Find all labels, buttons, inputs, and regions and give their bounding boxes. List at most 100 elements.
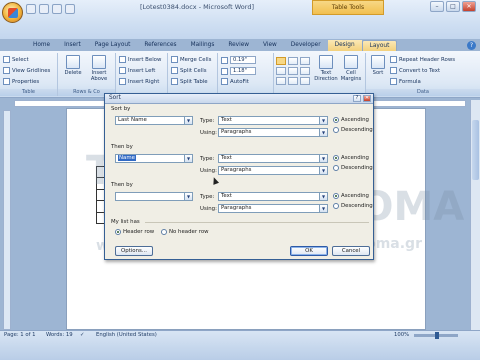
align-bottom-left-button[interactable] [276, 77, 286, 85]
align-bottom-center-button[interactable] [288, 77, 298, 85]
align-top-left-button[interactable] [276, 57, 286, 65]
options-button[interactable]: Options... [115, 246, 153, 256]
spelling-icon[interactable]: ✓ [80, 332, 84, 338]
page-count[interactable]: Page: 1 of 1 [4, 332, 36, 338]
zoom-level[interactable]: 100% [394, 332, 409, 338]
minimize-button[interactable]: – [430, 1, 444, 12]
merge-cells-button[interactable]: Merge Cells [171, 56, 211, 63]
tab-page-layout[interactable]: Page Layout [88, 40, 138, 51]
tab-review[interactable]: Review [221, 40, 256, 51]
merge-group: Merge Cells Split Cells Split Table [168, 53, 218, 96]
tab-mailings[interactable]: Mailings [184, 40, 222, 51]
ok-button[interactable]: OK [290, 246, 328, 256]
cell-margins-button[interactable]: Cell Margins [339, 55, 363, 82]
help-button[interactable]: ? [353, 95, 361, 102]
sort-by-field-select[interactable]: Last Name ▼ [115, 116, 193, 125]
align-top-center-button[interactable] [288, 57, 298, 65]
then-by-1-type-select[interactable]: Text ▼ [218, 154, 328, 163]
sort-by-type-label: Type: [200, 118, 215, 124]
tab-insert[interactable]: Insert [57, 40, 88, 51]
then-by-2-type-select[interactable]: Text ▼ [218, 192, 328, 201]
then-by-2-field-select[interactable]: ▼ [115, 192, 193, 201]
insert-left-icon [119, 67, 126, 74]
select-button[interactable]: Select [3, 56, 29, 63]
split-cells-button[interactable]: Split Cells [171, 67, 207, 74]
column-width-spinner[interactable]: 1.18" [221, 67, 256, 75]
sort-button[interactable]: Sort [368, 55, 388, 76]
office-button[interactable] [2, 2, 23, 23]
tab-view[interactable]: View [256, 40, 284, 51]
text-direction-button[interactable]: Text Direction [314, 55, 338, 82]
no-header-row-radio[interactable]: No header row [161, 229, 209, 235]
zoom-slider[interactable] [414, 332, 458, 339]
sort-by-descending-radio[interactable]: Descending [333, 127, 373, 133]
properties-icon [3, 78, 10, 85]
language-indicator[interactable]: English (United States) [96, 332, 157, 338]
then-by-1-ascending-radio[interactable]: Ascending [333, 155, 369, 161]
tab-home[interactable]: Home [26, 40, 57, 51]
header-row-radio[interactable]: Header row [115, 229, 154, 235]
undo-icon[interactable] [39, 4, 49, 14]
window-title: [Lotest0384.docx - Microsoft Word] [140, 3, 255, 11]
close-button[interactable]: ✕ [462, 1, 476, 12]
then-by-1-descending-radio[interactable]: Descending [333, 165, 373, 171]
vertical-ruler[interactable] [3, 110, 11, 330]
maximize-button[interactable]: □ [446, 1, 460, 12]
word-count[interactable]: Words: 19 [46, 332, 73, 338]
dialog-close-button[interactable]: ✕ [363, 95, 371, 102]
scroll-thumb[interactable] [472, 120, 479, 180]
repeat-header-rows-button[interactable]: Repeat Header Rows [390, 56, 455, 63]
header-row-label: Header row [123, 229, 155, 235]
insert-right-label: Insert Right [128, 78, 160, 85]
then-by-1-using-select[interactable]: Paragraphs ▼ [218, 166, 328, 175]
help-icon[interactable]: ? [467, 41, 476, 50]
align-top-right-button[interactable] [300, 57, 310, 65]
cancel-button[interactable]: Cancel [332, 246, 370, 256]
delete-icon [66, 55, 80, 69]
convert-to-text-button[interactable]: Convert to Text [390, 67, 440, 74]
view-gridlines-button[interactable]: View Gridlines [3, 67, 50, 74]
then-by-1-label: Then by [111, 144, 133, 150]
formula-button[interactable]: Formula [390, 78, 421, 85]
row-height-value[interactable]: 0.19" [230, 56, 256, 64]
row-height-spinner[interactable]: 0.19" [221, 56, 256, 64]
split-table-button[interactable]: Split Table [171, 78, 208, 85]
zoom-slider-knob[interactable] [435, 332, 439, 339]
properties-button[interactable]: Properties [3, 78, 39, 85]
sort-by-type-select[interactable]: Text ▼ [218, 116, 328, 125]
align-middle-right-button[interactable] [300, 67, 310, 75]
then-by-2-descending-radio[interactable]: Descending [333, 203, 373, 209]
insert-below-button[interactable]: Insert Below [119, 56, 161, 63]
align-bottom-right-button[interactable] [300, 77, 310, 85]
column-width-icon [221, 67, 228, 75]
then-by-2-label: Then by [111, 182, 133, 188]
radio-icon [333, 203, 339, 209]
chevron-down-icon: ▼ [319, 129, 327, 136]
vertical-scrollbar[interactable] [470, 100, 480, 330]
sort-by-ascending-radio[interactable]: Ascending [333, 117, 369, 123]
delete-button[interactable]: Delete [60, 55, 86, 76]
then-by-1-field-select[interactable]: Name ▼ [115, 154, 193, 163]
column-width-value[interactable]: 1.18" [230, 67, 256, 75]
tab-references[interactable]: References [137, 40, 183, 51]
insert-right-button[interactable]: Insert Right [119, 78, 159, 85]
save-icon[interactable] [26, 4, 36, 14]
insert-above-button[interactable]: Insert Above [86, 55, 112, 82]
then-by-2-ascending-radio[interactable]: Ascending [333, 193, 369, 199]
redo-icon[interactable] [52, 4, 62, 14]
tab-design[interactable]: Design [327, 40, 362, 51]
tab-developer[interactable]: Developer [284, 40, 328, 51]
radio-icon [161, 229, 167, 235]
align-center-button[interactable] [288, 67, 298, 75]
align-middle-left-button[interactable] [276, 67, 286, 75]
radio-icon [115, 229, 121, 235]
tab-layout[interactable]: Layout [361, 40, 398, 51]
then-by-2-using-select[interactable]: Paragraphs ▼ [218, 204, 328, 213]
customize-qat-icon[interactable] [65, 4, 75, 14]
gridlines-label: View Gridlines [12, 67, 51, 74]
table-group: Select View Gridlines Properties Table [0, 53, 58, 96]
alignment-group: Text Direction Cell Margins [274, 53, 366, 96]
autofit-button[interactable]: AutoFit [221, 78, 249, 85]
sort-by-using-select[interactable]: Paragraphs ▼ [218, 128, 328, 137]
insert-left-button[interactable]: Insert Left [119, 67, 155, 74]
